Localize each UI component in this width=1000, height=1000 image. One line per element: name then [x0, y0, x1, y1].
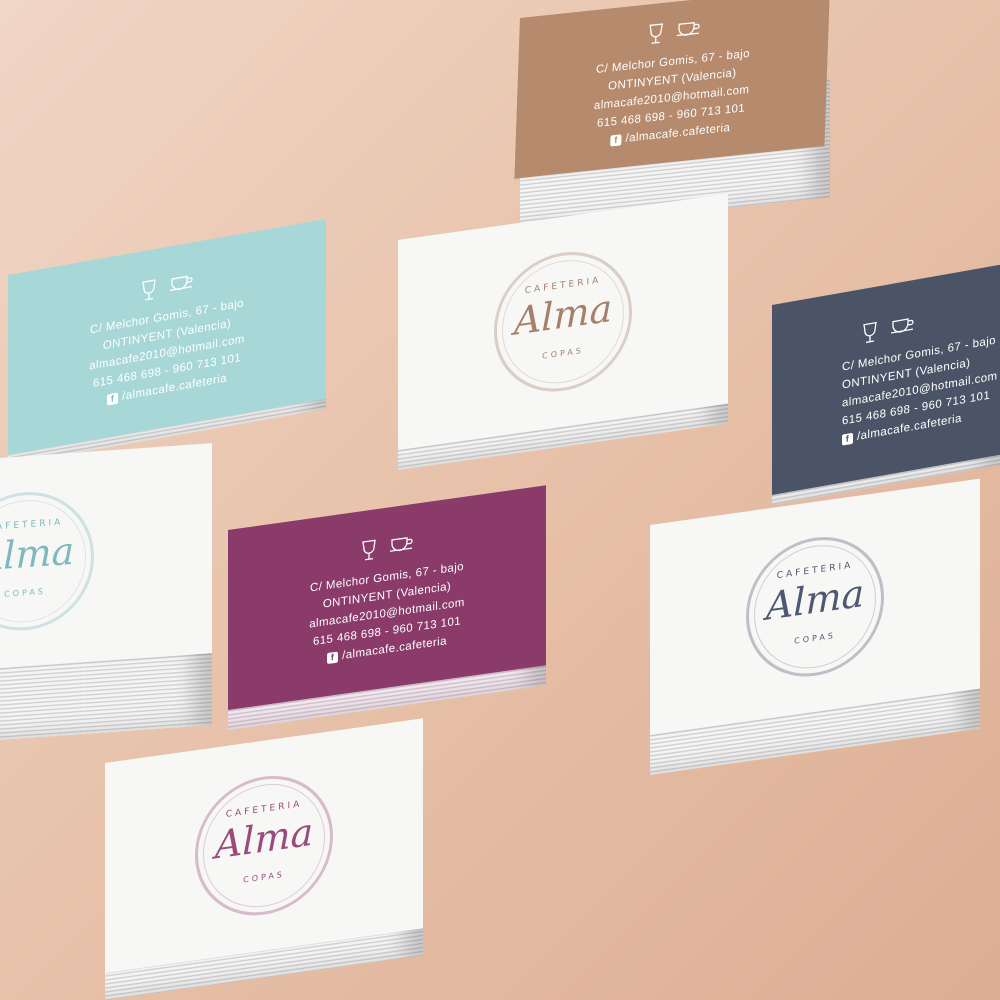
coffee-cup-icon: [676, 21, 700, 37]
facebook-icon: f: [842, 432, 853, 446]
glass-icons: [139, 271, 195, 303]
facebook-icon: f: [327, 651, 339, 664]
alma-logo: CAFETERIA Alma COPAS: [488, 236, 638, 407]
coffee-cup-icon: [891, 318, 914, 334]
facebook-icon: f: [610, 133, 622, 147]
teal-logo-card: CAFETERIA Alma COPAS: [0, 443, 212, 668]
plum-logo-card: CAFETERIA Alma COPAS: [105, 718, 423, 973]
alma-logo: CAFETERIA Alma COPAS: [189, 760, 339, 931]
navy-contact-card: C/ Melchor Gomis, 67 - bajo ONTINYENT (V…: [772, 264, 1000, 495]
coffee-cup-icon: [170, 275, 193, 292]
white-logo-card-stack-teal: CAFETERIA Alma COPAS: [0, 440, 212, 740]
alma-logo: CAFETERIA Alma COPAS: [740, 521, 890, 692]
white-logo-card-stack-plum: CAFETERIA Alma COPAS: [105, 705, 423, 1000]
wine-glass-icon: [142, 279, 156, 301]
teal-contact-card: C/ Melchor Gomis, 67 - bajo ONTINYENT (V…: [8, 218, 326, 455]
wine-glass-icon: [863, 321, 877, 344]
glass-icons: [646, 18, 703, 46]
white-logo-card-stack-navy: CAFETERIA Alma COPAS: [650, 475, 980, 795]
wine-glass-icon: [362, 539, 376, 561]
glass-icons: [860, 314, 916, 346]
glass-icons: [359, 533, 415, 563]
white-logo-card-stack-brown: CAFETERIA Alma COPAS: [398, 190, 728, 480]
business-card-mockup-scene: C/ Melchor Gomis, 67 - bajo ONTINYENT (V…: [0, 0, 1000, 1000]
coffee-cup-icon: [390, 537, 413, 552]
facebook-icon: f: [107, 392, 119, 406]
alma-logo: CAFETERIA Alma COPAS: [0, 481, 100, 641]
wine-glass-icon: [649, 23, 664, 44]
